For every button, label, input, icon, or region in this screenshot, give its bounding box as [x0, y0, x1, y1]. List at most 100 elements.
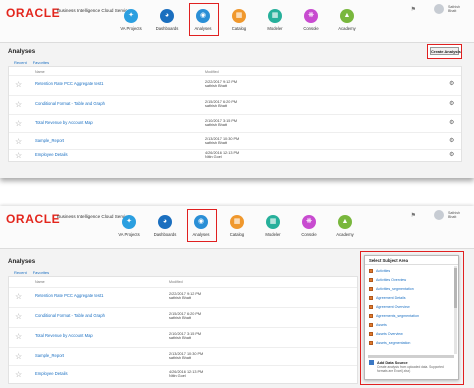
table-row[interactable]: ☆ Retention Rate PCC Aggregate test1 2/2… [9, 287, 357, 307]
column-header-modified: Modified [205, 70, 219, 74]
user-menu[interactable]: Sathish Bhatt [448, 211, 466, 219]
table-row[interactable]: ☆ Retention Rate PCC Aggregate test1 2/2… [9, 75, 461, 95]
modified-info: 2/22/2017 9:12 PM sathish Bhatt [205, 80, 238, 89]
subject-area-icon [369, 332, 373, 336]
table-row[interactable]: ☆ Total Revenue by Account Map 2/10/2017… [9, 327, 357, 347]
vertical-scrollbar[interactable] [454, 266, 457, 354]
nav-bar: ✦ VA Projects ◕ Dashboards ◉ Analyses ▦ … [111, 209, 363, 242]
user-menu[interactable]: Sathish Bhatt [448, 5, 466, 13]
table-row[interactable]: ☆ Employee Details 4/26/2016 12:13 PM Nit… [9, 149, 461, 162]
subject-area-item[interactable]: Agreement Details [369, 294, 406, 302]
tab-favorites[interactable]: Favorites [33, 60, 49, 65]
avatar[interactable] [434, 210, 444, 220]
add-data-source-option[interactable]: Add Data Source Create analysis from upl… [369, 360, 455, 373]
nav-va-projects[interactable]: ✦ VA Projects [111, 215, 147, 237]
favorite-star-icon[interactable]: ☆ [15, 353, 22, 361]
analysis-name-link[interactable]: Conditional Format - Table and Graph [35, 101, 105, 106]
subject-area-item[interactable]: Assets [369, 321, 387, 329]
bell-icon[interactable]: ⚑ [411, 6, 416, 13]
analysis-name-link[interactable]: Employee Details [35, 371, 68, 376]
analysis-name-link[interactable]: Total Revenue by Account Map [35, 333, 93, 338]
create-analysis-button[interactable]: Create Analysis [427, 44, 462, 59]
nav-modeler[interactable]: ▦ Modeler [257, 9, 293, 31]
gear-icon[interactable]: ⚙ [449, 120, 454, 126]
avatar[interactable] [434, 4, 444, 14]
nav-catalog[interactable]: ▦ Catalog [221, 9, 257, 31]
nav-modeler[interactable]: ▦ Modeler [255, 215, 291, 237]
console-icon: ❋ [302, 215, 316, 229]
gear-icon[interactable]: ⚙ [449, 101, 454, 107]
subject-area-highlight: Select Subject Area Activities Activitie… [360, 251, 464, 385]
column-header-name: Name [35, 70, 45, 74]
subject-area-item[interactable]: Activities [369, 267, 390, 275]
subject-area-icon [369, 323, 373, 327]
modeler-icon: ▦ [266, 215, 280, 229]
recent-favorites-tabs: Recent Favorites [14, 60, 55, 65]
analysis-name-link[interactable]: Sample_Report [35, 353, 64, 358]
favorite-star-icon[interactable]: ☆ [15, 101, 22, 109]
console-icon: ❋ [304, 9, 318, 23]
table-row[interactable]: ☆ Sample_Report 2/13/2017 10:30 PM sathis… [9, 347, 357, 367]
gear-icon[interactable]: ⚙ [449, 138, 454, 144]
subject-area-item[interactable]: Activities Overview [369, 276, 406, 284]
analysis-name-link[interactable]: Retention Rate PCC Aggregate test1 [35, 81, 103, 86]
nav-va-projects[interactable]: ✦ VA Projects [113, 9, 149, 31]
favorite-star-icon[interactable]: ☆ [15, 152, 22, 160]
subject-area-item[interactable]: Activities_segmentation [369, 285, 414, 293]
favorite-star-icon[interactable]: ☆ [15, 81, 22, 89]
nav-academy[interactable]: ▲ Academy [329, 9, 365, 31]
select-subject-area-popup: Select Subject Area Activities Activitie… [364, 255, 459, 380]
modified-info: 2/22/2017 9:12 PM sathish Bhatt [169, 292, 202, 301]
gear-icon[interactable]: ⚙ [449, 152, 454, 158]
table-row[interactable]: ☆ Conditional Format - Table and Graph 2… [9, 307, 357, 327]
nav-dashboards[interactable]: ◕ Dashboards [147, 215, 183, 237]
nav-bar: ✦ VA Projects ◕ Dashboards ◉ Analyses ▦ … [113, 3, 365, 36]
favorite-star-icon[interactable]: ☆ [15, 313, 22, 321]
analyses-list-panel: Name Modified ☆ Retention Rate PCC Aggre… [8, 276, 358, 384]
va-projects-icon: ✦ [124, 9, 138, 23]
tab-recent[interactable]: Recent [14, 60, 27, 65]
analysis-name-link[interactable]: Conditional Format - Table and Graph [35, 313, 105, 318]
analyses-list-panel: Name Modified ☆ Retention Rate PCC Aggre… [8, 66, 462, 162]
favorite-star-icon[interactable]: ☆ [15, 120, 22, 128]
subject-area-item[interactable]: Assets Overview [369, 330, 403, 338]
modified-info: 4/26/2016 12:13 PM Nitin Goel [169, 370, 204, 379]
analyses-icon: ◉ [194, 215, 208, 229]
nav-academy[interactable]: ▲ Academy [327, 215, 363, 237]
screenshot-select-subject-area: ORACLE Business Intelligence Cloud Servi… [0, 206, 474, 388]
data-source-icon [369, 360, 374, 365]
tab-favorites[interactable]: Favorites [33, 270, 49, 275]
analysis-name-link[interactable]: Sample_Report [35, 138, 64, 143]
modified-info: 2/10/2017 3:15 PM sathish Bhatt [205, 119, 238, 128]
subject-area-item[interactable]: Agreements_segmentation [369, 312, 419, 320]
favorite-star-icon[interactable]: ☆ [15, 371, 22, 379]
popup-title: Select Subject Area [365, 256, 458, 265]
analysis-name-link[interactable]: Employee Details [35, 152, 68, 157]
gear-icon[interactable]: ⚙ [449, 81, 454, 87]
nav-console[interactable]: ❋ Console [291, 215, 327, 237]
favorite-star-icon[interactable]: ☆ [15, 333, 22, 341]
nav-analyses[interactable]: ◉ Analyses [185, 3, 221, 36]
subject-area-item[interactable]: Agreement Overview [369, 303, 410, 311]
horizontal-scrollbar[interactable] [368, 355, 454, 358]
oracle-logo: ORACLE [6, 6, 61, 20]
page-title: Analyses [8, 48, 36, 55]
subject-area-icon [369, 287, 373, 291]
subject-area-item[interactable]: Assets_segmentation [369, 339, 410, 347]
nav-console[interactable]: ❋ Console [293, 9, 329, 31]
subject-area-icon [369, 305, 373, 309]
nav-catalog[interactable]: ▦ Catalog [219, 215, 255, 237]
nav-analyses[interactable]: ◉ Analyses [183, 209, 219, 242]
tab-recent[interactable]: Recent [14, 270, 27, 275]
favorite-star-icon[interactable]: ☆ [15, 293, 22, 301]
table-row[interactable]: ☆ Conditional Format - Table and Graph 2… [9, 95, 461, 115]
analysis-name-link[interactable]: Total Revenue by Account Map [35, 120, 93, 125]
table-row[interactable]: ☆ Employee Details 4/26/2016 12:13 PM Nit… [9, 365, 357, 383]
favorite-star-icon[interactable]: ☆ [15, 138, 22, 146]
table-row[interactable]: ☆ Total Revenue by Account Map 2/10/2017… [9, 114, 461, 134]
nav-dashboards[interactable]: ◕ Dashboards [149, 9, 185, 31]
modified-info: 2/13/2017 10:30 PM sathish Bhatt [205, 137, 240, 146]
analysis-name-link[interactable]: Retention Rate PCC Aggregate test1 [35, 293, 103, 298]
bell-icon[interactable]: ⚑ [411, 212, 416, 219]
modified-info: 4/26/2016 12:13 PM Nitin Goel [205, 151, 240, 160]
